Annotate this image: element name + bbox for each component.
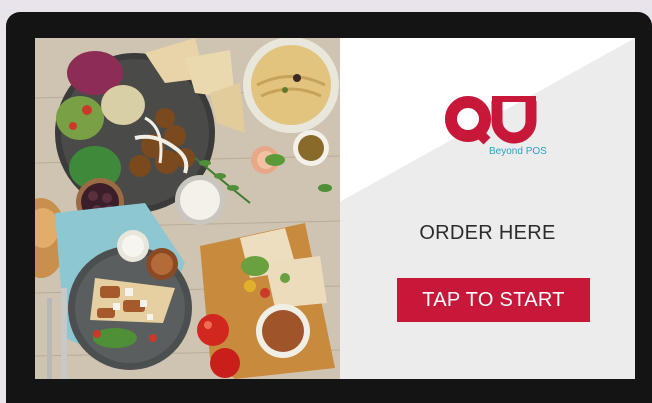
logo-tagline: Beyond POS [489,146,547,157]
hero-food-photo [35,38,340,379]
kiosk-screen: Beyond POS ORDER HERE TAP TO START [35,38,635,379]
tap-to-start-button[interactable]: TAP TO START [397,278,590,322]
panel-highlight [340,38,635,202]
order-here-heading: ORDER HERE [419,222,556,244]
start-panel: Beyond POS ORDER HERE TAP TO START [340,38,635,379]
